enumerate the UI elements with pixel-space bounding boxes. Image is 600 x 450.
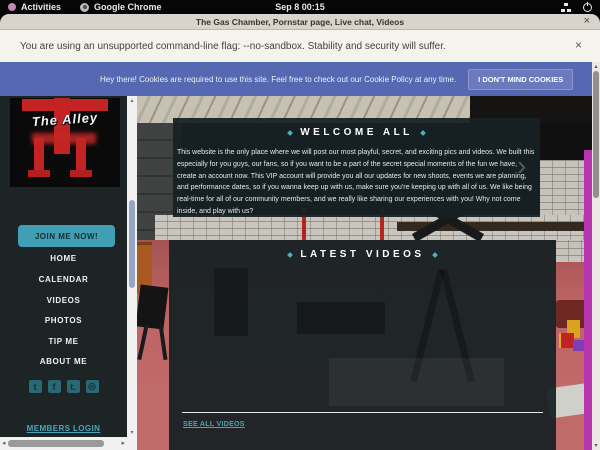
scroll-up-icon[interactable]: ▴ bbox=[127, 97, 137, 104]
welcome-section: WELCOME ALL This website is the only pla… bbox=[173, 118, 540, 217]
twitter-icon[interactable]: t bbox=[29, 380, 42, 393]
webpage: The Alley JOIN ME NOW! HOME CALENDAR VID… bbox=[0, 96, 600, 450]
photo-magenta-strip bbox=[584, 150, 592, 450]
nav-about-me[interactable]: ABOUT ME bbox=[0, 357, 127, 366]
scroll-left-icon[interactable]: ◂ bbox=[2, 439, 6, 447]
window-close-icon[interactable]: × bbox=[584, 15, 590, 27]
diamond-icon bbox=[288, 252, 294, 258]
diamond-icon bbox=[287, 130, 293, 136]
welcome-title: WELCOME ALL bbox=[300, 127, 413, 138]
nav-videos[interactable]: VIDEOS bbox=[0, 296, 127, 305]
scroll-down-icon[interactable]: ▾ bbox=[127, 429, 137, 436]
nav-calendar[interactable]: CALENDAR bbox=[0, 275, 127, 284]
sidebar-vertical-scrollbar[interactable]: ▴ ▾ bbox=[127, 96, 137, 437]
members-login-link[interactable]: MEMBERS LOGIN bbox=[0, 424, 127, 433]
power-icon[interactable] bbox=[583, 3, 592, 12]
photo-brick-wall bbox=[556, 240, 586, 262]
scroll-down-icon[interactable]: ▾ bbox=[592, 442, 600, 449]
instagram-icon[interactable]: ◎ bbox=[86, 380, 99, 393]
diamond-icon bbox=[420, 130, 426, 136]
nav-tip-me[interactable]: TIP ME bbox=[0, 337, 127, 346]
photo-speaker-ghost bbox=[214, 268, 248, 336]
latest-videos-section: LATEST VIDEOS SEE ALL VIDEOS bbox=[169, 240, 556, 450]
cookie-banner: Hey there! Cookies are required to use t… bbox=[0, 62, 592, 96]
photo-mat-ghost bbox=[329, 358, 504, 406]
nav-home[interactable]: HOME bbox=[0, 254, 127, 263]
sidebar-horizontal-scrollbar[interactable]: ◂ ▸ bbox=[0, 437, 137, 450]
divider-line bbox=[182, 412, 543, 413]
desktop-top-bar: Activities Google Chrome Sep 8 00:15 bbox=[0, 0, 600, 14]
accept-cookies-button[interactable]: I DON'T MIND COOKIES bbox=[468, 69, 573, 90]
scrollbar-thumb[interactable] bbox=[593, 71, 599, 198]
site-logo[interactable]: The Alley bbox=[10, 98, 120, 187]
scroll-right-icon[interactable]: ▸ bbox=[121, 439, 125, 447]
facebook-icon[interactable]: f bbox=[48, 380, 61, 393]
window-title: The Gas Chamber, Pornstar page, Live cha… bbox=[196, 17, 404, 27]
logo-red-text bbox=[32, 133, 96, 144]
photo-table-ghost bbox=[297, 302, 385, 334]
diamond-icon bbox=[432, 252, 438, 258]
photo-gift-box bbox=[573, 340, 584, 351]
network-icon[interactable] bbox=[561, 3, 571, 12]
sidebar: The Alley JOIN ME NOW! HOME CALENDAR VID… bbox=[0, 96, 127, 437]
tumblr-icon[interactable]: t. bbox=[67, 380, 80, 393]
infobar-message: You are using an unsupported command-lin… bbox=[0, 41, 446, 52]
screen: Activities Google Chrome Sep 8 00:15 The… bbox=[0, 0, 600, 450]
logo-frame-foot bbox=[70, 170, 92, 177]
latest-videos-title: LATEST VIDEOS bbox=[300, 249, 424, 260]
cookie-message: Hey there! Cookies are required to use t… bbox=[0, 75, 456, 84]
window-title-bar: The Gas Chamber, Pornstar page, Live cha… bbox=[0, 14, 600, 30]
scrollbar-thumb[interactable] bbox=[129, 200, 135, 288]
page-vertical-scrollbar[interactable]: ▴ ▾ bbox=[592, 62, 600, 450]
logo-frame-foot bbox=[28, 170, 50, 177]
photo-black-chair bbox=[137, 284, 168, 329]
main-content: WELCOME ALL This website is the only pla… bbox=[137, 96, 592, 450]
welcome-body-text: This website is the only place where we … bbox=[177, 147, 536, 218]
welcome-heading: WELCOME ALL bbox=[173, 127, 540, 138]
scrollbar-thumb[interactable] bbox=[8, 440, 104, 447]
join-now-button[interactable]: JOIN ME NOW! bbox=[18, 225, 115, 247]
flag-infobar: You are using an unsupported command-lin… bbox=[0, 30, 600, 62]
carousel-next-icon[interactable]: › bbox=[517, 152, 526, 180]
scroll-up-icon[interactable]: ▴ bbox=[592, 63, 600, 70]
clock[interactable]: Sep 8 00:15 bbox=[0, 2, 600, 12]
latest-videos-heading: LATEST VIDEOS bbox=[169, 249, 556, 260]
see-all-videos-link[interactable]: SEE ALL VIDEOS bbox=[183, 421, 245, 428]
photo-gift-box bbox=[559, 333, 574, 348]
social-links: t f t. ◎ bbox=[0, 380, 127, 393]
nav-photos[interactable]: PHOTOS bbox=[0, 316, 127, 325]
infobar-close-icon[interactable]: × bbox=[575, 38, 582, 52]
